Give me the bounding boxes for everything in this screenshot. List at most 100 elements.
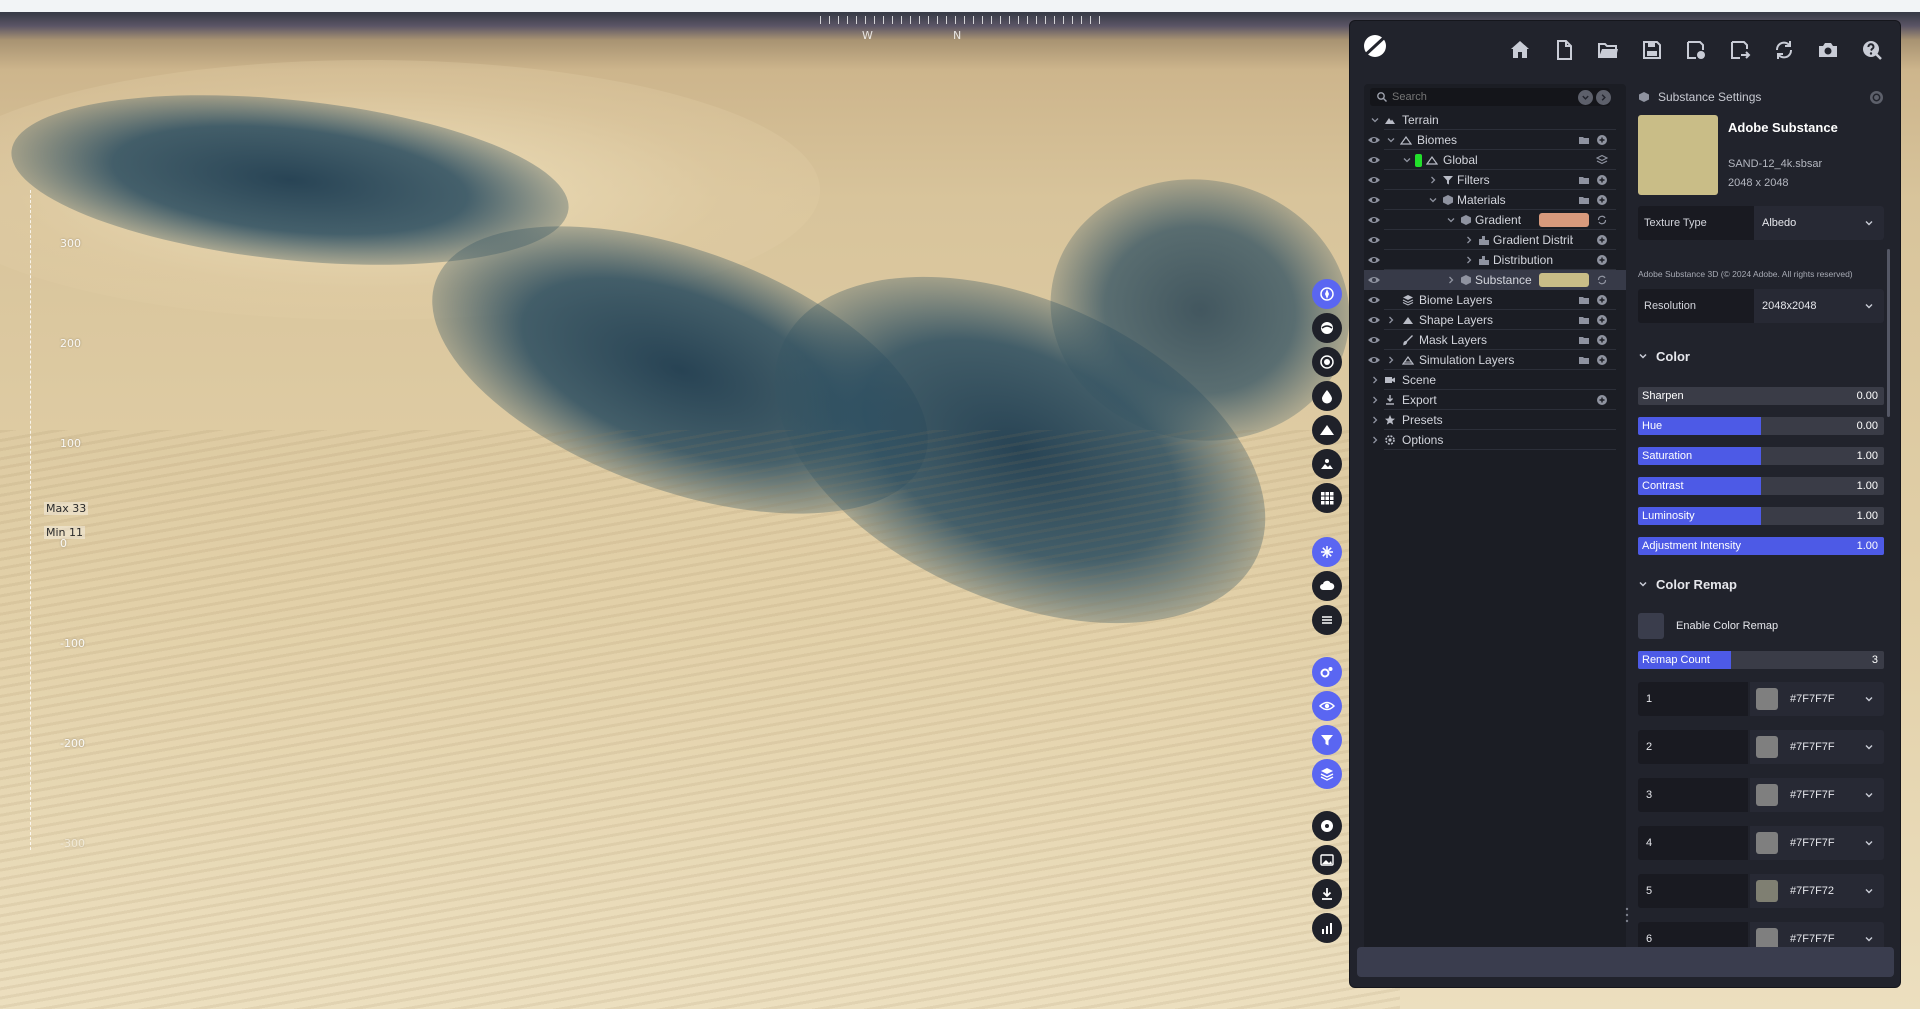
settings-tool-button[interactable] (1312, 657, 1342, 687)
refresh-icon[interactable] (1596, 274, 1608, 286)
status-bar[interactable] (1357, 947, 1894, 977)
chevron-right-icon[interactable] (1370, 435, 1380, 445)
folder-icon[interactable] (1578, 134, 1590, 146)
collapse-all-button[interactable] (1578, 90, 1593, 105)
eye-icon[interactable] (1367, 273, 1381, 287)
folder-icon[interactable] (1578, 194, 1590, 206)
resolution-dropdown[interactable]: 2048x2048 (1754, 289, 1884, 323)
texture-type-dropdown[interactable]: Albedo (1754, 206, 1884, 240)
tree-item-export[interactable]: Export (1364, 390, 1626, 410)
tree-item-biome-layers[interactable]: Biome Layers (1364, 290, 1626, 310)
home-button[interactable] (1500, 31, 1540, 69)
tree-item-terrain[interactable]: Terrain (1364, 110, 1626, 130)
gear-icon[interactable] (1869, 90, 1884, 105)
navigation-tool-button[interactable] (1312, 279, 1342, 309)
chevron-down-icon[interactable] (1402, 155, 1412, 165)
substance-preview-thumbnail[interactable] (1638, 115, 1718, 195)
eye-icon[interactable] (1367, 133, 1381, 147)
stats-tool-button[interactable] (1312, 913, 1342, 943)
folder-icon[interactable] (1578, 174, 1590, 186)
download-tool-button[interactable] (1312, 879, 1342, 909)
fog-tool-button[interactable] (1312, 605, 1342, 635)
add-icon[interactable] (1596, 234, 1608, 246)
tree-item-biomes[interactable]: Biomes (1364, 130, 1626, 150)
eye-icon[interactable] (1367, 313, 1381, 327)
layers-tool-button[interactable] (1312, 759, 1342, 789)
add-icon[interactable] (1596, 254, 1608, 266)
sharpen-slider[interactable]: Sharpen 0.00 (1638, 387, 1884, 405)
eye-icon[interactable] (1367, 233, 1381, 247)
color-section-header[interactable]: Color (1638, 346, 1690, 366)
material-color-swatch[interactable] (1539, 213, 1589, 227)
chevron-down-icon[interactable] (1386, 135, 1396, 145)
snow-tool-button[interactable] (1312, 537, 1342, 567)
tree-item-distribution[interactable]: Distribution (1364, 250, 1626, 270)
remap-color-swatch[interactable] (1756, 688, 1778, 710)
tree-item-filters[interactable]: Filters (1364, 170, 1626, 190)
chevron-right-icon[interactable] (1386, 315, 1396, 325)
folder-icon[interactable] (1578, 334, 1590, 346)
eye-icon[interactable] (1367, 153, 1381, 167)
folder-icon[interactable] (1578, 354, 1590, 366)
eye-icon[interactable] (1367, 333, 1381, 347)
landscape-tool-button[interactable] (1312, 449, 1342, 479)
render-tool-button[interactable] (1312, 811, 1342, 841)
eye-icon[interactable] (1367, 213, 1381, 227)
tree-item-simulation-layers[interactable]: Simulation Layers (1364, 350, 1626, 370)
remap-color-picker[interactable]: #7F7F7F (1750, 826, 1884, 860)
folder-icon[interactable] (1578, 294, 1590, 306)
tree-item-global[interactable]: Global (1364, 150, 1626, 170)
water-tool-button[interactable] (1312, 381, 1342, 411)
save-as-button[interactable] (1676, 31, 1716, 69)
add-icon[interactable] (1596, 314, 1608, 326)
open-folder-button[interactable] (1588, 31, 1628, 69)
remap-color-swatch[interactable] (1756, 784, 1778, 806)
expand-all-button[interactable] (1596, 90, 1611, 105)
refresh-button[interactable] (1764, 31, 1804, 69)
layers-icon[interactable] (1596, 154, 1608, 166)
export-button[interactable] (1720, 31, 1760, 69)
save-button[interactable] (1632, 31, 1672, 69)
saturation-slider[interactable]: Saturation 1.00 (1638, 447, 1884, 465)
tree-item-options[interactable]: Options (1364, 430, 1626, 450)
adjustment-intensity-slider[interactable]: Adjustment Intensity 1.00 (1638, 537, 1884, 555)
screenshot-button[interactable] (1808, 31, 1848, 69)
mountain-tool-button[interactable] (1312, 415, 1342, 445)
tree-item-mask-layers[interactable]: Mask Layers (1364, 330, 1626, 350)
chevron-right-icon[interactable] (1464, 235, 1474, 245)
add-icon[interactable] (1596, 334, 1608, 346)
add-icon[interactable] (1596, 394, 1608, 406)
filter-tool-button[interactable] (1312, 725, 1342, 755)
remap-color-picker[interactable]: #7F7F7F (1750, 778, 1884, 812)
chevron-down-icon[interactable] (1370, 115, 1380, 125)
add-icon[interactable] (1596, 354, 1608, 366)
eye-icon[interactable] (1367, 193, 1381, 207)
eye-icon[interactable] (1367, 353, 1381, 367)
tree-item-scene[interactable]: Scene (1364, 370, 1626, 390)
pane-resize-handle-icon[interactable] (1625, 906, 1629, 924)
add-icon[interactable] (1596, 194, 1608, 206)
tree-item-materials[interactable]: Materials (1364, 190, 1626, 210)
eye-icon[interactable] (1367, 253, 1381, 267)
chevron-down-icon[interactable] (1428, 195, 1438, 205)
remap-color-swatch[interactable] (1756, 832, 1778, 854)
hue-slider[interactable]: Hue 0.00 (1638, 417, 1884, 435)
eye-icon[interactable] (1367, 293, 1381, 307)
chevron-right-icon[interactable] (1386, 355, 1396, 365)
new-file-button[interactable] (1544, 31, 1584, 69)
contrast-slider[interactable]: Contrast 1.00 (1638, 477, 1884, 495)
add-icon[interactable] (1596, 294, 1608, 306)
tree-item-gradient-distribution[interactable]: Gradient Distribution (1364, 230, 1626, 250)
chevron-right-icon[interactable] (1446, 275, 1456, 285)
luminosity-slider[interactable]: Luminosity 1.00 (1638, 507, 1884, 525)
remap-color-picker[interactable]: #7F7F7F (1750, 682, 1884, 716)
eye-icon[interactable] (1367, 173, 1381, 187)
tree-item-gradient[interactable]: Gradient (1364, 210, 1626, 230)
chevron-right-icon[interactable] (1370, 375, 1380, 385)
chevron-right-icon[interactable] (1428, 175, 1438, 185)
grid-tool-button[interactable] (1312, 483, 1342, 513)
tree-item-shape-layers[interactable]: Shape Layers (1364, 310, 1626, 330)
chevron-right-icon[interactable] (1370, 415, 1380, 425)
help-button[interactable] (1852, 31, 1892, 69)
tree-item-presets[interactable]: Presets (1364, 410, 1626, 430)
